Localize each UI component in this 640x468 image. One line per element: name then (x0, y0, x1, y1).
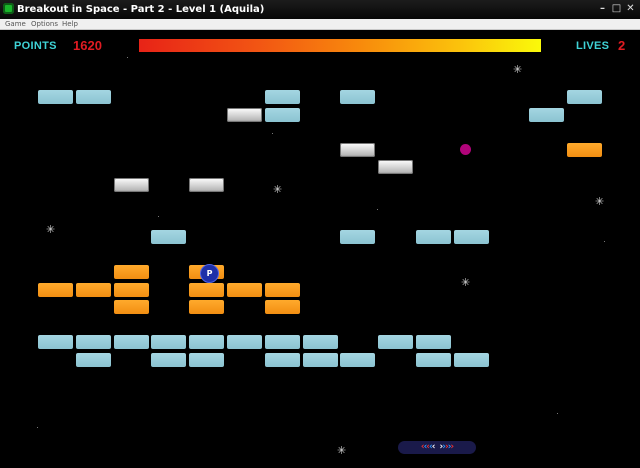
menu-help[interactable]: Help (62, 19, 78, 29)
silver-brick (227, 108, 262, 122)
star-icon: ✳ (461, 276, 471, 289)
window-title: Breakout in Space - Part 2 - Level 1 (Aq… (17, 4, 265, 15)
orange-brick (265, 300, 300, 314)
blue-brick (151, 353, 186, 367)
orange-brick (265, 283, 300, 297)
silver-brick (340, 143, 375, 157)
blue-brick (378, 335, 413, 349)
game-area[interactable]: POINTS 1620 LIVES 2 ✳ ✳ ✳ ✳ ✳ ✳ P ‹ ‹ ‹ ‹ ‹ … (0, 30, 640, 468)
blue-brick (189, 353, 224, 367)
star-dot (272, 133, 273, 134)
points-value: 1620 (73, 38, 102, 53)
star-icon: ✳ (595, 195, 605, 208)
menu-bar: Game Options Help (0, 19, 640, 30)
maximize-icon[interactable]: □ (611, 3, 622, 14)
blue-brick (227, 335, 262, 349)
blue-brick (151, 335, 186, 349)
lives-label: LIVES (576, 40, 610, 52)
points-label: POINTS (14, 40, 57, 52)
star-icon: ✳ (513, 63, 523, 76)
blue-brick (340, 230, 375, 244)
blue-brick (38, 335, 73, 349)
orange-brick (114, 283, 149, 297)
blue-brick (76, 90, 111, 104)
star-dot (127, 57, 128, 58)
orange-brick (567, 143, 602, 157)
app-icon (3, 3, 14, 14)
blue-brick (340, 353, 375, 367)
menu-game[interactable]: Game (5, 19, 26, 29)
orange-brick (189, 283, 224, 297)
blue-brick (265, 353, 300, 367)
star-dot (557, 413, 558, 414)
minimize-icon[interactable]: – (597, 3, 608, 14)
blue-brick (416, 230, 451, 244)
silver-brick (378, 160, 413, 174)
blue-brick (567, 90, 602, 104)
energy-bar (139, 39, 541, 52)
star-dot (377, 209, 378, 210)
close-icon[interactable]: ✕ (625, 3, 636, 14)
silver-brick (114, 178, 149, 192)
star-icon: ✳ (337, 444, 347, 457)
blue-brick (529, 108, 564, 122)
star-dot (604, 241, 605, 242)
menu-options[interactable]: Options (31, 19, 58, 29)
blue-brick (416, 335, 451, 349)
blue-brick (265, 90, 300, 104)
title-bar: Breakout in Space - Part 2 - Level 1 (Aq… (0, 0, 640, 19)
star-dot (37, 427, 38, 428)
blue-brick (416, 353, 451, 367)
orange-brick (227, 283, 262, 297)
blue-brick (151, 230, 186, 244)
blue-brick (265, 335, 300, 349)
star-icon: ✳ (46, 223, 56, 236)
orange-brick (38, 283, 73, 297)
powerup-capsule: P (200, 264, 219, 283)
blue-brick (114, 335, 149, 349)
chevron-right-icon: › (450, 442, 454, 452)
blue-brick (454, 230, 489, 244)
blue-brick (189, 335, 224, 349)
orange-brick (114, 300, 149, 314)
blue-brick (303, 335, 338, 349)
blue-brick (303, 353, 338, 367)
star-icon: ✳ (273, 183, 283, 196)
orange-brick (189, 300, 224, 314)
ball (460, 144, 471, 155)
blue-brick (76, 353, 111, 367)
blue-brick (265, 108, 300, 122)
orange-brick (114, 265, 149, 279)
lives-value: 2 (618, 38, 626, 53)
star-dot (158, 216, 159, 217)
paddle[interactable]: ‹ ‹ ‹ ‹ ‹ › › › › › (398, 441, 476, 454)
orange-brick (76, 283, 111, 297)
silver-brick (189, 178, 224, 192)
blue-brick (340, 90, 375, 104)
blue-brick (76, 335, 111, 349)
blue-brick (454, 353, 489, 367)
chevron-left-icon: ‹ (431, 442, 436, 452)
blue-brick (38, 90, 73, 104)
